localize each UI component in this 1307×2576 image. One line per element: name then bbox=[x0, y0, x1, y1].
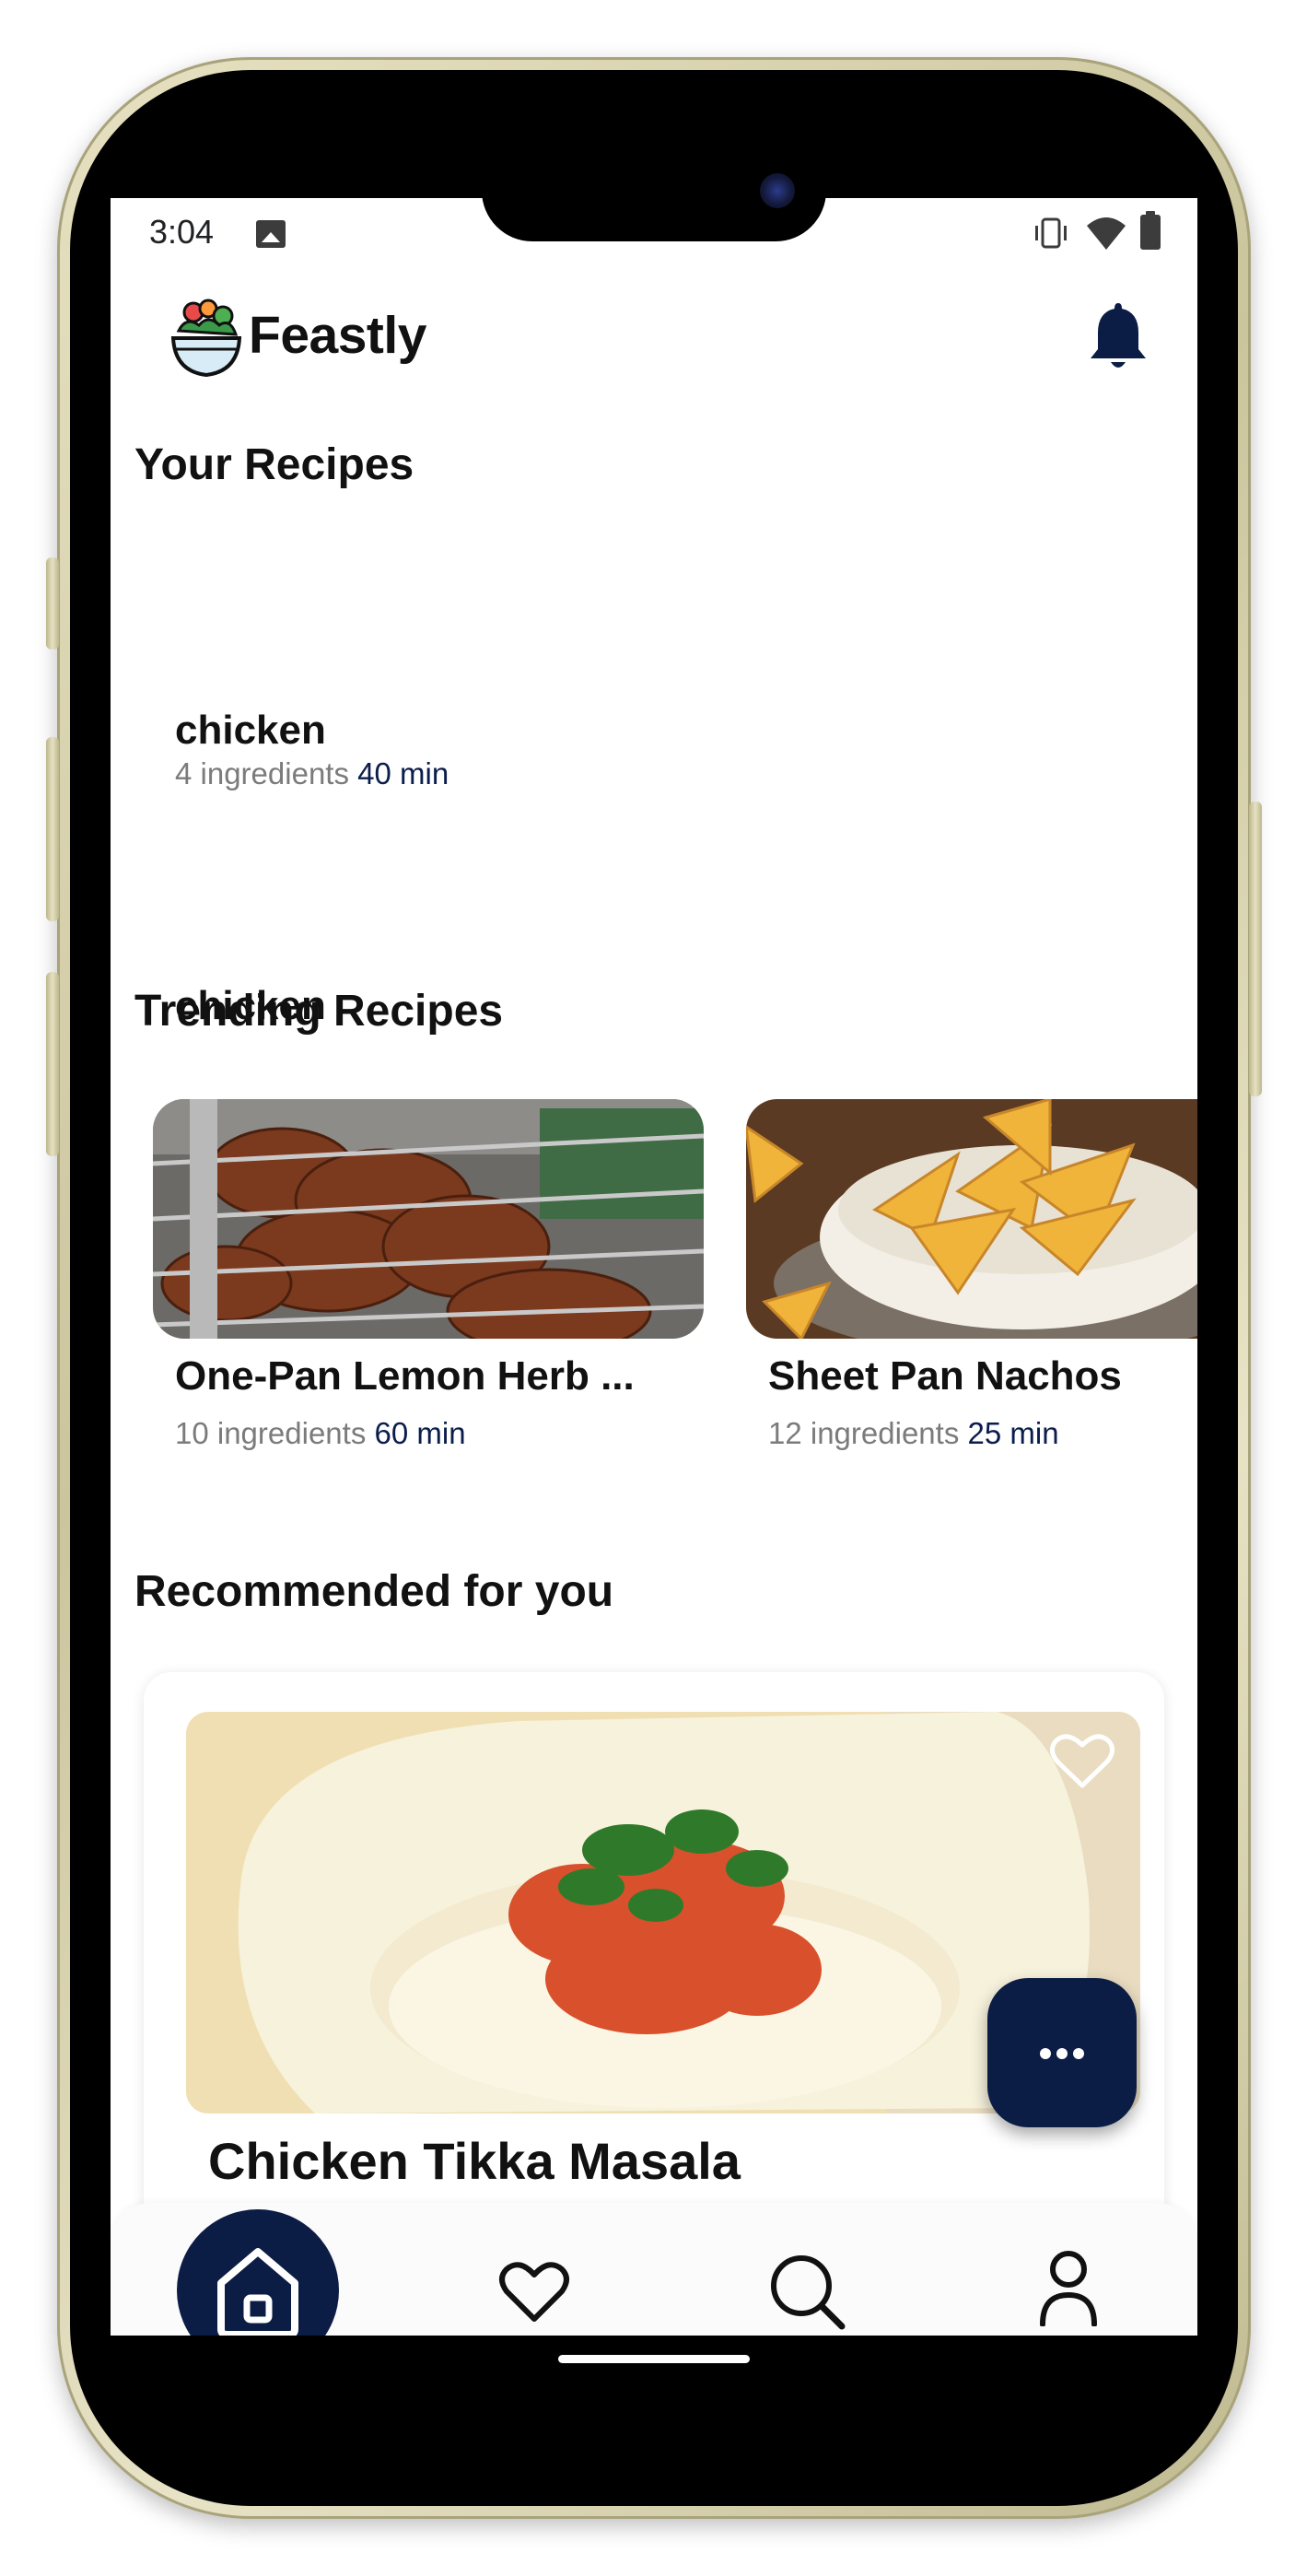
device-side-button bbox=[46, 737, 59, 921]
recipe-title: Chicken Tikka Masala bbox=[208, 2132, 741, 2190]
recipe-title: Sheet Pan Nachos bbox=[768, 1353, 1122, 1399]
feastly-logo bbox=[170, 299, 242, 378]
cook-time: 40 min bbox=[357, 756, 449, 790]
recommended-heading: Recommended for you bbox=[134, 1567, 614, 1616]
battery-icon bbox=[1140, 211, 1161, 250]
search-icon[interactable] bbox=[768, 2253, 846, 2330]
device-side-button bbox=[46, 557, 59, 650]
dynamic-island bbox=[482, 140, 826, 241]
camera-icon bbox=[760, 173, 795, 208]
wifi-icon bbox=[1087, 217, 1126, 250]
trending-heading: Trending Recipes bbox=[134, 987, 504, 1036]
cook-time: 25 min bbox=[967, 1416, 1059, 1450]
ingredients-count: 4 ingredients bbox=[175, 756, 349, 790]
trending-card[interactable]: Sheet Pan Nachos 12 ingredients 25 min bbox=[746, 1099, 1197, 1468]
profile-icon[interactable] bbox=[1039, 2249, 1098, 2326]
ingredients-count: 12 ingredients bbox=[768, 1416, 960, 1450]
home-icon bbox=[217, 2248, 298, 2336]
recipe-meta: 12 ingredients 25 min bbox=[768, 1416, 1059, 1451]
recipe-image bbox=[153, 1099, 704, 1339]
heart-icon[interactable] bbox=[1048, 1730, 1116, 1791]
recipe-image bbox=[746, 1099, 1197, 1339]
recipe-meta: 10 ingredients 60 min bbox=[175, 1416, 466, 1451]
nav-home-button[interactable] bbox=[177, 2209, 339, 2336]
gallery-icon bbox=[256, 220, 286, 248]
recipe-meta: 4 ingredients 40 min bbox=[175, 756, 449, 791]
trending-card[interactable]: One-Pan Lemon Herb ... 10 ingredients 60… bbox=[153, 1099, 706, 1468]
device-side-button bbox=[46, 972, 59, 1156]
bell-icon[interactable] bbox=[1087, 299, 1149, 373]
app-brand-name: Feastly bbox=[249, 306, 426, 365]
more-icon bbox=[1040, 2048, 1051, 2059]
heart-icon[interactable] bbox=[497, 2258, 571, 2324]
more-options-button[interactable] bbox=[987, 1978, 1137, 2127]
cook-time: 60 min bbox=[374, 1416, 466, 1450]
recipe-title: chicken bbox=[175, 708, 326, 753]
recipe-title: One-Pan Lemon Herb ... bbox=[175, 1353, 635, 1399]
ingredients-count: 10 ingredients bbox=[175, 1416, 367, 1450]
vibrate-icon bbox=[1035, 217, 1067, 249]
app-screen: 3:04 Feastly Your Recipes chicken chicke… bbox=[111, 198, 1197, 2336]
device-side-button bbox=[1249, 802, 1262, 1096]
more-icon bbox=[1056, 2048, 1068, 2059]
home-indicator[interactable] bbox=[558, 2355, 750, 2363]
status-time: 3:04 bbox=[149, 213, 215, 251]
more-icon bbox=[1073, 2048, 1084, 2059]
